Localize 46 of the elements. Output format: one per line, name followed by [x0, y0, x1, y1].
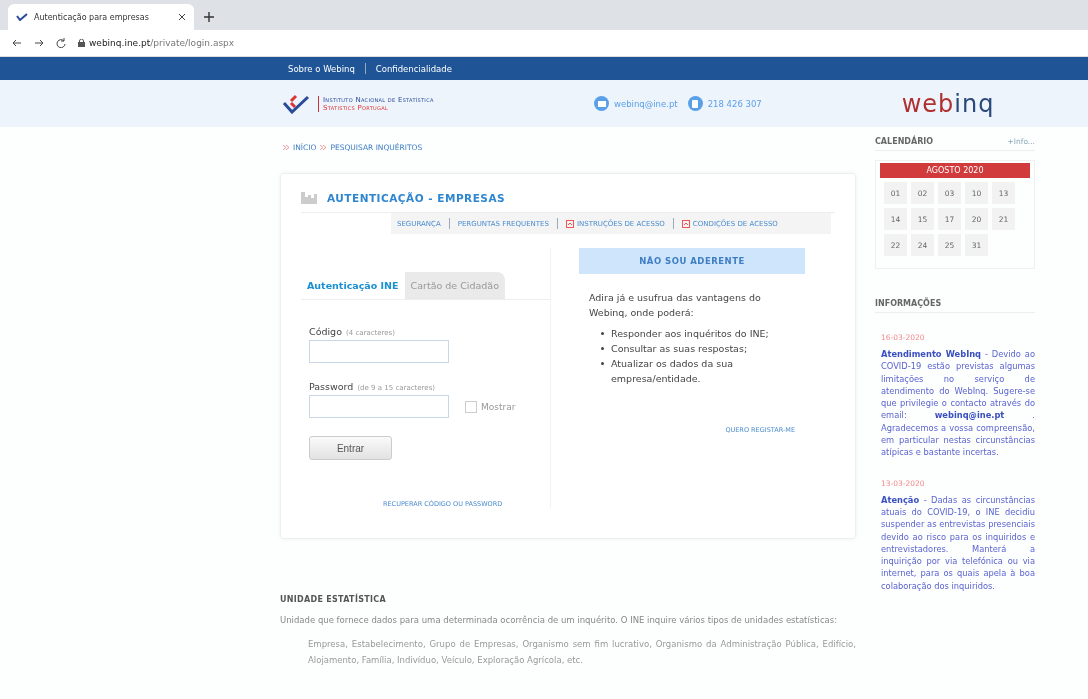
code-label: Código — [309, 326, 342, 337]
phone-icon — [687, 96, 703, 111]
document-icon — [565, 219, 574, 228]
institute-logo-icon — [282, 93, 312, 114]
password-label: Password — [309, 381, 354, 392]
show-label: Mostrar — [481, 402, 516, 412]
webinq-logo: webinq — [901, 89, 995, 118]
reload-icon[interactable] — [56, 38, 66, 48]
phone-number: 218 426 307 — [707, 98, 762, 109]
calendar-title: CALENDÁRIO — [875, 137, 934, 146]
benefit-item: Atualizar os dados da sua empresa/entidade. — [611, 357, 735, 386]
panel-intro: Adira já e usufrua das vantagens do Webinq, onde poderá: — [589, 291, 762, 320]
bullet-icon — [601, 332, 604, 335]
nav-link[interactable]: Confidencialidade — [375, 63, 452, 74]
section-title: UNIDADE ESTATÍSTICA — [280, 595, 387, 604]
bullet-icon — [601, 362, 604, 365]
breadcrumb-arrow-icon — [283, 144, 289, 150]
breadcrumb-arrow-icon — [320, 144, 327, 150]
forward-icon[interactable] — [34, 38, 44, 48]
password-field[interactable] — [309, 395, 449, 418]
news-text: Atendimento WebInq - Devido ao COVID-19 estão previstas algumas limitações no serviço de atendimento do WebInq. Sugere-se que privilegie o contacto através do email: webinq@ine.pt . Agradecemos a vossa compreensão, em particular nestas circunstâncias atípicas e bastante incertas. — [881, 348, 1035, 459]
calendar-month: AGOSTO 2020 — [880, 163, 1030, 178]
bullet-icon — [601, 347, 604, 350]
benefit-item: Responder aos inquéritos do INE; — [611, 327, 769, 341]
building-icon — [301, 192, 317, 204]
login-button[interactable]: Entrar — [309, 436, 392, 460]
news-title: INFORMAÇÕES — [875, 299, 942, 308]
show-checkbox[interactable] — [465, 401, 477, 413]
browser-tab[interactable]: Autenticação para empresas — [8, 4, 194, 30]
tab-title: Autenticação para empresas — [34, 12, 150, 22]
news-text: Atenção - Dadas as circunstâncias atuais do COVID-19, o INE decidiu suspender as entrevistas presenciais devido ao risco para os inquiridos e entrevistadores. Manterá a inquirição por via telefónica ou via internet, para os quais apela à boa colaboração dos inquiridos. — [881, 493, 1035, 593]
url-text[interactable]: webinq.ine.pt/private/login.aspx — [89, 38, 235, 48]
new-tab-icon[interactable] — [204, 12, 214, 22]
section-text: Unidade que fornece dados para uma determinada ocorrência de um inquérito. O INE inquire vários tipos de unidades estatísticas: — [280, 614, 839, 627]
benefit-item: Consultar as suas respostas; — [611, 342, 748, 356]
close-icon[interactable] — [178, 13, 186, 21]
code-field[interactable] — [309, 340, 449, 363]
back-icon[interactable] — [12, 38, 22, 48]
mail-icon — [594, 96, 609, 111]
checkmark-logo-icon — [16, 13, 28, 21]
document-icon — [681, 219, 690, 228]
panel-title: NÃO SOU ADERENTE — [579, 248, 805, 274]
nav-link[interactable]: Sobre o Webinq — [288, 63, 355, 74]
unit-examples: Empresa, Estabelecimento, Grupo de Empresas, Organismo sem fim lucrativo, Organismo da Administração Pública, Edifício, Alojamento, Família, Indivíduo, Veículo, Exploração Agrícola, etc. — [308, 638, 856, 667]
lock-icon — [78, 39, 85, 47]
card-title: AUTENTICAÇÃO - EMPRESAS — [327, 192, 506, 204]
